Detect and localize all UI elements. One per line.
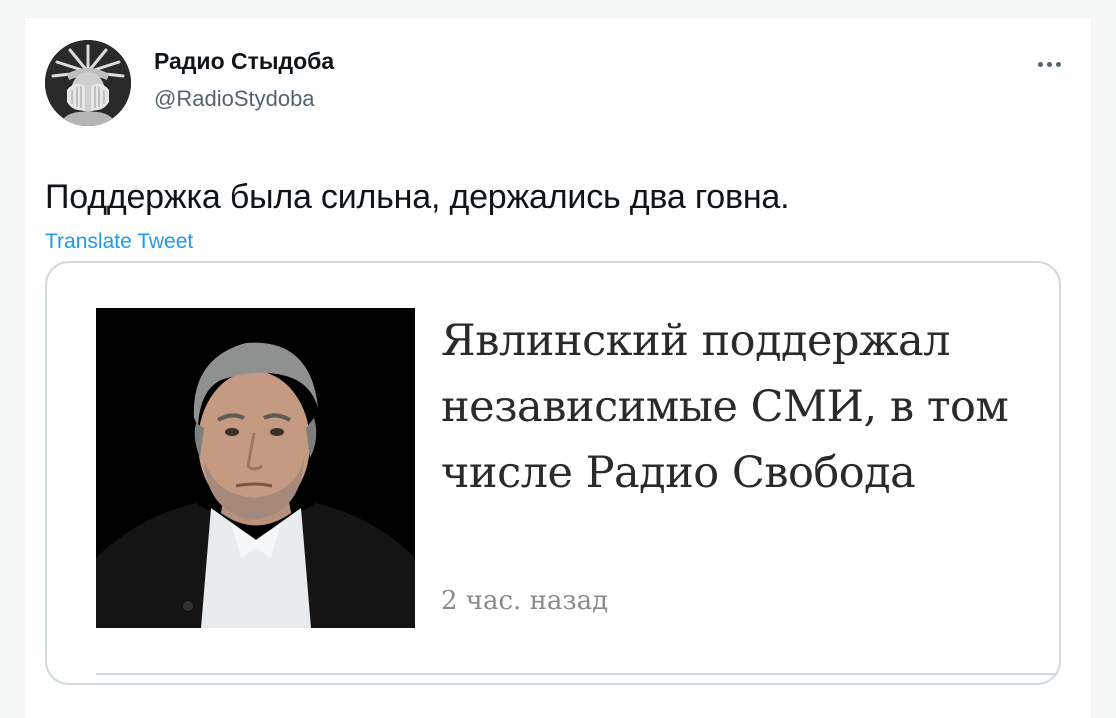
more-dots-icon: [1055, 61, 1061, 67]
tweet-container[interactable]: Радио Стыдоба @RadioStydoba Поддержка бы…: [24, 17, 1092, 718]
card-divider: [96, 673, 1059, 675]
author-display-name[interactable]: Радио Стыдоба: [154, 48, 334, 75]
avatar-image: [45, 40, 131, 126]
more-dots-icon: [1037, 61, 1043, 67]
author-avatar[interactable]: [45, 40, 131, 126]
portrait-photo: [96, 308, 415, 628]
link-preview-card[interactable]: Явлинский поддержал независимые СМИ, в т…: [45, 261, 1061, 685]
translate-tweet-link[interactable]: Translate Tweet: [45, 230, 193, 254]
card-image: [96, 308, 415, 628]
card-headline[interactable]: Явлинский поддержал независимые СМИ, в т…: [441, 308, 1041, 506]
more-options-button[interactable]: [1029, 54, 1069, 74]
card-timestamp: 2 час. назад: [441, 586, 609, 616]
author-handle[interactable]: @RadioStydoba: [154, 86, 315, 112]
more-dots-icon: [1046, 61, 1052, 67]
tweet-text: Поддержка была сильна, держались два гов…: [45, 178, 790, 216]
